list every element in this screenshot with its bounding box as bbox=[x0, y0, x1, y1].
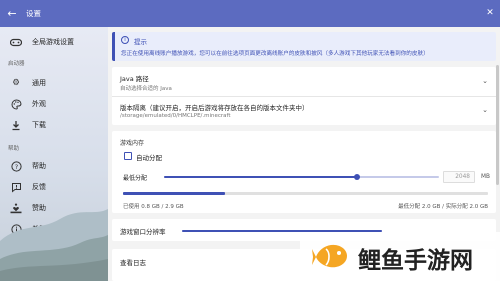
memory-slider-fill bbox=[164, 176, 357, 178]
svg-text:?: ? bbox=[14, 163, 17, 171]
watermark-text: 鲤鱼手游网 bbox=[358, 248, 473, 274]
path-settings-card: Java 路径 自动选择合适的 Java ⌄ 版本隔离（建议开启，开启后游戏将存… bbox=[112, 67, 496, 125]
content-scrollbar[interactable] bbox=[496, 65, 499, 185]
auto-allocate-label: 自动分配 bbox=[136, 154, 162, 162]
memory-slider-thumb[interactable] bbox=[353, 174, 360, 180]
palette-icon bbox=[9, 97, 23, 111]
sidebar-item-label: 下载 bbox=[32, 121, 46, 129]
sidebar-item-label: 外观 bbox=[32, 100, 46, 108]
sidebar-item-label: 全局游戏设置 bbox=[32, 38, 74, 46]
sidebar-item-label: 通用 bbox=[32, 79, 46, 87]
memory-usage-fill bbox=[123, 192, 226, 195]
resolution-label: 游戏窗口分辨率 bbox=[120, 228, 166, 236]
memory-used-text: 已使用 0.8 GB / 2.9 GB bbox=[123, 204, 184, 210]
chevron-down-icon: ⌄ bbox=[482, 106, 488, 114]
memory-alloc-text: 最低分配 2.0 GB / 实际分配 2.0 GB bbox=[398, 204, 488, 210]
hint-text: 您正在使用离线账户播放游戏，您可以在前往选项页面更改离线账户的皮肤和披风（多人游… bbox=[121, 51, 429, 57]
offline-account-hint: i 提示 您正在使用离线账户播放游戏，您可以在前往选项页面更改离线账户的皮肤和披… bbox=[112, 32, 496, 61]
sidebar-item-global-game-settings[interactable]: 全局游戏设置 bbox=[0, 33, 108, 51]
memory-card: 游戏内存 自动分配 最低分配 2048 MB 已使用 0.8 GB / 2.9 … bbox=[112, 131, 496, 213]
sidebar-item-general[interactable]: ⚙ 通用 bbox=[0, 74, 108, 92]
sidebar-item-appearance[interactable]: 外观 bbox=[0, 95, 108, 113]
window-title: 设置 bbox=[26, 9, 41, 18]
version-isolation-title: 版本隔离（建议开启，开启后游戏将存放在各自的版本文件夹中） bbox=[120, 104, 309, 112]
arrow-left-icon[interactable]: ← bbox=[1, 0, 23, 27]
auto-allocate-checkbox[interactable] bbox=[124, 152, 132, 160]
version-isolation-row[interactable]: 版本隔离（建议开启，开启后游戏将存放在各自的版本文件夹中） /storage/e… bbox=[112, 96, 496, 125]
download-icon bbox=[9, 118, 23, 132]
watermark: 鲤鱼手游网 bbox=[300, 232, 500, 281]
memory-value-input[interactable]: 2048 bbox=[443, 171, 475, 183]
memory-usage-bar bbox=[123, 192, 488, 195]
sidebar: 全局游戏设置 启动器 ⚙ 通用 外观 下载 帮助 ? 帮助 反馈 赞助 bbox=[0, 27, 108, 281]
sidebar-background-scenery bbox=[0, 171, 108, 281]
sidebar-item-label: 帮助 bbox=[32, 162, 46, 170]
java-path-subtitle: 自动选择合适的 Java bbox=[120, 86, 172, 92]
close-icon[interactable]: ✕ bbox=[480, 0, 500, 27]
version-isolation-path: /storage/emulated/0/HMCLPE/.minecraft bbox=[120, 113, 231, 119]
memory-section-label: 游戏内存 bbox=[120, 140, 145, 147]
sidebar-section-help: 帮助 bbox=[8, 146, 20, 152]
view-log-label: 查看日志 bbox=[120, 259, 146, 267]
title-bar: ← 设置 ✕ bbox=[0, 0, 500, 27]
java-path-title: Java 路径 bbox=[120, 75, 149, 83]
min-alloc-label: 最低分配 bbox=[123, 175, 148, 182]
window-controls: ✕ bbox=[480, 0, 500, 27]
java-path-row[interactable]: Java 路径 自动选择合适的 Java ⌄ bbox=[112, 67, 496, 96]
gamepad-icon bbox=[9, 35, 23, 49]
memory-slider[interactable] bbox=[164, 174, 439, 180]
chevron-down-icon: ⌄ bbox=[482, 77, 488, 85]
hint-title: 提示 bbox=[134, 38, 147, 46]
sidebar-item-download[interactable]: 下载 bbox=[0, 116, 108, 134]
memory-unit: MB bbox=[481, 174, 490, 180]
info-icon: i bbox=[121, 36, 129, 44]
sidebar-section-launcher: 启动器 bbox=[8, 61, 25, 67]
fish-logo-icon bbox=[312, 244, 347, 268]
gear-icon: ⚙ bbox=[12, 78, 20, 88]
